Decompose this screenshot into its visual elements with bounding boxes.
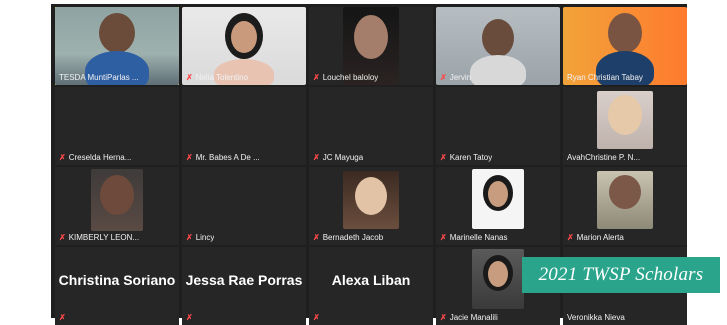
participant-tile[interactable]: ✗ Creselda Herna... xyxy=(55,87,179,165)
participant-tile[interactable]: ✗ Jervin xyxy=(436,7,560,85)
participant-tile[interactable]: TESDA MuntiParlas ... xyxy=(55,7,179,85)
participant-tile[interactable]: ✗ Nelia Tolentino xyxy=(182,7,306,85)
participant-name: ✗ JC Mayuga xyxy=(313,153,364,162)
person-head xyxy=(100,175,134,215)
participant-name: Ryan Christian Tabay xyxy=(567,73,643,82)
muted-mic-icon: ✗ xyxy=(567,233,574,242)
person-face xyxy=(488,181,508,207)
participant-name: ✗ xyxy=(313,313,320,322)
person-head xyxy=(99,13,135,53)
person-body xyxy=(470,55,526,85)
participant-name: ✗ Marinelle Nanas xyxy=(440,233,508,242)
scholars-banner: 2021 TWSP Scholars xyxy=(522,257,720,293)
participant-name: ✗ xyxy=(59,313,66,322)
participant-display-name: Christina Soriano xyxy=(58,272,176,288)
participant-name: ✗ Nelia Tolentino xyxy=(186,73,249,82)
participant-name: ✗ Louchel baloloy xyxy=(313,73,379,82)
participant-name: ✗ KIMBERLY LEON... xyxy=(59,233,140,242)
muted-mic-icon: ✗ xyxy=(313,233,320,242)
muted-mic-icon: ✗ xyxy=(186,233,193,242)
participant-tile[interactable]: Alexa Liban ✗ xyxy=(309,247,433,325)
muted-mic-icon: ✗ xyxy=(186,153,193,162)
participant-name: ✗ xyxy=(186,313,193,322)
participant-tile[interactable]: ✗ Mr. Babes A De ... xyxy=(182,87,306,165)
person-head xyxy=(609,175,641,209)
person-face xyxy=(231,21,257,53)
participant-name: TESDA MuntiParlas ... xyxy=(59,73,139,82)
participant-tile[interactable]: ✗ KIMBERLY LEON... xyxy=(55,167,179,245)
participant-display-name: Jessa Rae Porras xyxy=(185,272,303,288)
muted-mic-icon: ✗ xyxy=(440,313,447,322)
person-head xyxy=(355,177,387,215)
participant-name: ✗ Karen Tatoy xyxy=(440,153,493,162)
muted-mic-icon: ✗ xyxy=(440,233,447,242)
participant-tile[interactable]: ✗ Marinelle Nanas xyxy=(436,167,560,245)
participant-name: Veronikka Nieva xyxy=(567,313,625,322)
participant-name: ✗ Jervin xyxy=(440,73,472,82)
participant-tile[interactable]: ✗ Karen Tatoy xyxy=(436,87,560,165)
participant-name: ✗ Bernadeth Jacob xyxy=(313,233,384,242)
participant-tile[interactable]: ✗ Marion Alerta xyxy=(563,167,687,245)
person-head xyxy=(482,19,514,57)
participant-tile[interactable]: ✗ JC Mayuga xyxy=(309,87,433,165)
participant-name: ✗ Lincy xyxy=(186,233,215,242)
muted-mic-icon: ✗ xyxy=(59,153,66,162)
person-face xyxy=(488,261,508,287)
participant-display-name: Alexa Liban xyxy=(331,272,411,288)
person-head xyxy=(354,15,388,59)
participant-tile[interactable]: ✗ Louchel baloloy xyxy=(309,7,433,85)
participant-tile[interactable]: Christina Soriano ✗ xyxy=(55,247,179,325)
participant-tile[interactable]: Jessa Rae Porras ✗ xyxy=(182,247,306,325)
participant-tile[interactable]: Ryan Christian Tabay xyxy=(563,7,687,85)
person-head xyxy=(608,95,642,135)
participant-name: ✗ Mr. Babes A De ... xyxy=(186,153,260,162)
muted-mic-icon: ✗ xyxy=(59,233,66,242)
participant-tile[interactable]: ✗ Lincy xyxy=(182,167,306,245)
muted-mic-icon: ✗ xyxy=(313,153,320,162)
participant-name: AvahChristine P. N... xyxy=(567,153,641,162)
muted-mic-icon: ✗ xyxy=(313,73,320,82)
muted-mic-icon: ✗ xyxy=(186,313,193,322)
muted-mic-icon: ✗ xyxy=(440,73,447,82)
participant-tile[interactable]: ✗ Bernadeth Jacob xyxy=(309,167,433,245)
muted-mic-icon: ✗ xyxy=(440,153,447,162)
participant-name: ✗ Creselda Herna... xyxy=(59,153,132,162)
person-head xyxy=(608,13,642,53)
muted-mic-icon: ✗ xyxy=(186,73,193,82)
muted-mic-icon: ✗ xyxy=(313,313,320,322)
muted-mic-icon: ✗ xyxy=(59,313,66,322)
participant-tile[interactable]: AvahChristine P. N... xyxy=(563,87,687,165)
participant-name: ✗ Jacie Manalili xyxy=(440,313,498,322)
participant-name: ✗ Marion Alerta xyxy=(567,233,624,242)
